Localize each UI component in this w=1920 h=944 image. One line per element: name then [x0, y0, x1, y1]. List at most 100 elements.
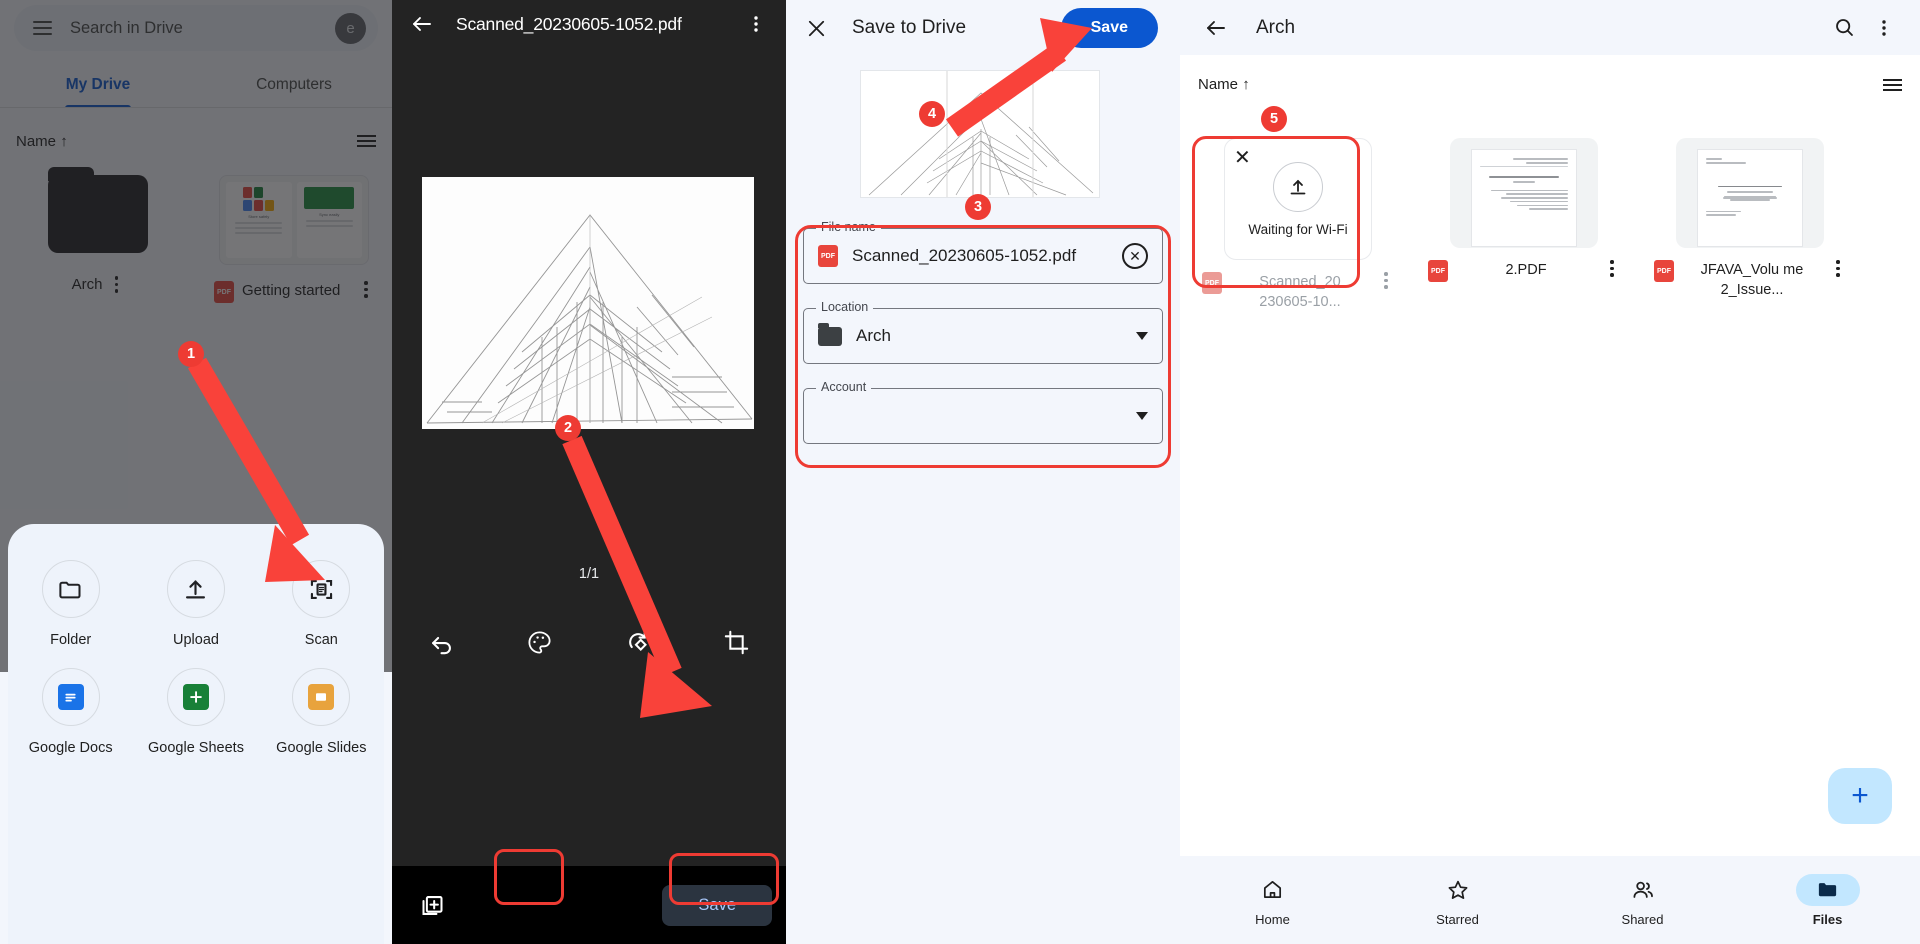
people-icon: [1611, 874, 1675, 906]
more-vertical-icon[interactable]: [1864, 8, 1904, 48]
pdf-icon: PDF: [214, 281, 234, 303]
location-field[interactable]: Location Arch: [803, 300, 1163, 364]
back-arrow-icon[interactable]: [1196, 8, 1236, 48]
file-name-input[interactable]: Scanned_20230605-1052.pdf: [852, 246, 1122, 266]
create-action-label: Google Slides: [276, 740, 367, 756]
create-actions-grid: Folder Upload Scan Google Docs Google Sh…: [8, 560, 384, 776]
more-vertical-icon[interactable]: [1604, 260, 1620, 277]
pdf-icon: PDF: [818, 245, 838, 267]
scan-save-button[interactable]: Save: [662, 884, 772, 926]
close-icon[interactable]: [796, 8, 836, 48]
folder-name: Arch: [71, 276, 103, 293]
search-bar[interactable]: Search in Drive e: [14, 5, 378, 51]
sort-by-name[interactable]: Name ↑: [16, 133, 68, 150]
create-bottom-sheet: Folder Upload Scan Google Docs Google Sh…: [8, 524, 384, 944]
save-to-drive-form: File name PDF Scanned_20230605-1052.pdf …: [803, 220, 1163, 468]
panel-save-to-drive: Save to Drive Save File name PDF Scanned…: [786, 0, 1180, 944]
pdf-icon: PDF: [1654, 260, 1674, 282]
nav-label: Files: [1812, 911, 1843, 927]
panel-drive-home: Search in Drive e My Drive Computers Nam…: [0, 0, 392, 944]
create-action-google-docs[interactable]: Google Docs: [8, 668, 133, 756]
upload-status-card: ✕ Waiting for Wi-Fi: [1224, 138, 1372, 260]
file-name-field[interactable]: File name PDF Scanned_20230605-1052.pdf …: [803, 220, 1163, 284]
arch-sort-row: Name ↑: [1180, 76, 1920, 93]
screenshot-root: Search in Drive e My Drive Computers Nam…: [0, 0, 1920, 944]
sort-by-name[interactable]: Name ↑: [1198, 76, 1250, 93]
drive-tabs: My Drive Computers: [0, 62, 392, 108]
sort-row: Name ↑: [0, 125, 392, 157]
sort-label: Name: [1198, 76, 1239, 93]
more-vertical-icon[interactable]: [1378, 272, 1394, 289]
nav-item-shared[interactable]: Shared: [1550, 874, 1735, 927]
uploading-file-card[interactable]: ✕ Waiting for Wi-Fi PDF Scanned_20 23060…: [1198, 138, 1398, 312]
search-icon[interactable]: [1824, 8, 1864, 48]
clear-icon[interactable]: ✕: [1122, 243, 1148, 269]
list-view-icon[interactable]: [1883, 78, 1902, 91]
pdf-icon: PDF: [1428, 260, 1448, 282]
more-vertical-icon[interactable]: [358, 281, 374, 298]
sort-arrow-icon: ↑: [60, 132, 68, 150]
search-input[interactable]: Search in Drive: [70, 19, 335, 38]
create-action-scan[interactable]: Scan: [259, 560, 384, 648]
grid-item-folder[interactable]: Arch: [0, 167, 196, 303]
undo-icon[interactable]: [392, 629, 491, 656]
thumbnail-panel-right: Sync easily: [296, 182, 362, 258]
more-vertical-icon[interactable]: [1830, 260, 1846, 277]
add-page-icon[interactable]: [406, 879, 458, 931]
panel-arch-folder: Arch Name ↑ ✕ Waiting for Wi-Fi PDF Scan…: [1180, 0, 1920, 944]
scan-edit-toolbar: [392, 615, 786, 670]
nav-label: Home: [1255, 911, 1290, 927]
file-thumbnail: [1450, 138, 1598, 248]
add-icon[interactable]: +: [1828, 768, 1892, 824]
nav-item-starred[interactable]: Starred: [1365, 874, 1550, 927]
more-vertical-icon[interactable]: [108, 276, 124, 293]
create-action-upload[interactable]: Upload: [133, 560, 258, 648]
grid-row: Arch Store safely Sync easily PDF Gettin…: [0, 167, 392, 303]
file-label-row: PDF Getting started: [210, 281, 378, 303]
location-label: Location: [816, 300, 874, 314]
account-field[interactable]: Account: [803, 380, 1163, 444]
create-action-label: Google Sheets: [148, 740, 244, 756]
scanned-page-preview[interactable]: [422, 177, 754, 429]
google-docs-icon: [41, 668, 100, 726]
chevron-down-icon[interactable]: [1136, 332, 1148, 340]
pdf-icon: PDF: [1202, 272, 1222, 294]
page-indicator: 1/1: [578, 566, 600, 582]
close-icon[interactable]: ✕: [1234, 145, 1251, 170]
rotate-right-icon[interactable]: [589, 629, 688, 656]
create-action-label: Upload: [173, 632, 219, 648]
back-arrow-icon[interactable]: [402, 4, 442, 44]
file-card-2pdf[interactable]: PDF 2.PDF: [1424, 138, 1624, 312]
crop-icon[interactable]: [688, 629, 787, 656]
list-view-icon[interactable]: [357, 135, 376, 147]
thumbnail-app-icons: [243, 187, 275, 211]
sort-arrow-icon: ↑: [1242, 76, 1250, 93]
nav-item-files[interactable]: Files: [1735, 873, 1920, 927]
create-action-google-slides[interactable]: Google Slides: [259, 668, 384, 756]
nav-item-home[interactable]: Home: [1180, 874, 1365, 927]
palette-icon[interactable]: [491, 629, 590, 656]
bottom-navigation: Home Starred Shared Files: [1180, 856, 1920, 944]
menu-icon[interactable]: [22, 8, 62, 48]
upload-icon: [1273, 161, 1323, 212]
save-to-drive-save-button[interactable]: Save: [1060, 8, 1158, 48]
panel-scan-preview: Scanned_20230605-1052.pdf 1/1 Save: [392, 0, 786, 944]
grid-item-pdf[interactable]: Store safely Sync easily PDF Getting sta…: [196, 175, 392, 303]
chevron-down-icon[interactable]: [1136, 412, 1148, 420]
tab-computers[interactable]: Computers: [196, 62, 392, 108]
save-to-drive-toolbar: Save to Drive Save: [786, 0, 1180, 56]
create-action-folder[interactable]: Folder: [8, 560, 133, 648]
file-card-jfava[interactable]: PDF JFAVA_Volu me 2_Issue...: [1650, 138, 1850, 312]
tab-my-drive[interactable]: My Drive: [0, 62, 196, 108]
google-slides-icon: [292, 668, 351, 726]
star-icon: [1426, 874, 1490, 906]
document-preview: [1698, 150, 1802, 246]
file-name: Scanned_20 230605-10...: [1259, 274, 1341, 310]
scan-bottom-bar: Save: [392, 866, 786, 944]
thumbnail-screen: [304, 187, 355, 209]
file-thumbnail: [1676, 138, 1824, 248]
folder-icon: [41, 560, 100, 618]
create-action-google-sheets[interactable]: Google Sheets: [133, 668, 258, 756]
more-vertical-icon[interactable]: [736, 4, 776, 44]
avatar[interactable]: e: [335, 12, 366, 44]
